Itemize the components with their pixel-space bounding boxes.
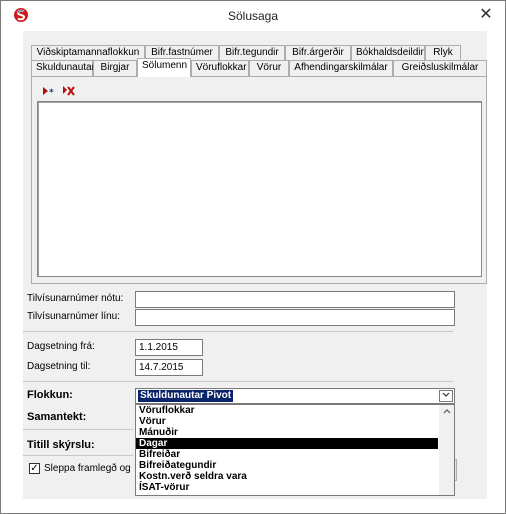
salespeople-grid[interactable] [37, 101, 482, 277]
skip-margin-label: Sleppa framlegð og [44, 463, 131, 474]
tab-vehicle-years[interactable]: Bifr.árgerðir [285, 45, 351, 61]
tab-delivery-terms[interactable]: Afhendingarskilmálar [289, 60, 393, 76]
dropdown-option[interactable]: Kostn.verð seldra vara [136, 471, 438, 482]
dropdown-option[interactable]: Bifreiðategundir [136, 460, 438, 471]
separator [23, 455, 133, 456]
tab-suppliers[interactable]: Birgjar [93, 60, 137, 76]
date-from-label: Dagsetning frá: [27, 341, 95, 352]
invoice-ref-input[interactable] [135, 291, 455, 308]
dropdown-scrollbar[interactable] [439, 405, 454, 495]
separator [23, 429, 133, 430]
svg-text:*: * [49, 88, 54, 96]
separator [23, 381, 453, 382]
dropdown-option[interactable]: Mánuðir [136, 427, 438, 438]
category-dropdown-list[interactable]: Vöruflokkar Vörur Mánuðir Dagar Bifreiða… [135, 404, 455, 496]
separator [23, 331, 453, 332]
report-title-label: Titill skýrslu: [27, 439, 95, 451]
tab-products[interactable]: Vörur [249, 60, 289, 76]
tab-payment-terms[interactable]: Greiðsluskilmálar [393, 60, 487, 76]
tab-accounting-departments[interactable]: Bókhaldsdeildir [351, 45, 425, 61]
tab-debtors[interactable]: Skuldunautar [31, 60, 95, 76]
title-bar: Sölusaga ✕ [1, 1, 505, 31]
tab-panel-salespeople: * [31, 76, 487, 284]
category-selected-value: Skuldunautar Pivot [138, 390, 234, 402]
invoice-ref-label: Tilvísunarnúmer nótu: [27, 293, 124, 304]
line-ref-input[interactable] [135, 309, 455, 326]
chevron-down-icon[interactable] [439, 390, 453, 402]
remove-record-icon [63, 86, 75, 96]
date-to-label: Dagsetning til: [27, 361, 91, 372]
category-select[interactable]: Skuldunautar Pivot [135, 388, 455, 404]
dialog-content: Viðskiptamannaflokkun Bifr.fastnúmer Bif… [23, 31, 487, 499]
grid-toolbar: * [40, 83, 78, 99]
window-title: Sölusaga [227, 9, 279, 23]
add-record-button[interactable]: * [40, 83, 58, 99]
dropdown-option[interactable]: ÍSAT-vörur [136, 482, 438, 493]
remove-record-button[interactable] [60, 83, 78, 99]
line-ref-label: Tilvísunarnúmer línu: [27, 311, 120, 322]
dropdown-option[interactable]: Vörur [136, 416, 438, 427]
summary-label: Samantekt: [27, 411, 87, 423]
tab-rlyk[interactable]: Rlyk [425, 45, 461, 61]
dropdown-option[interactable]: Bifreiðar [136, 449, 438, 460]
scroll-up-icon[interactable] [441, 407, 452, 417]
tab-customer-classification[interactable]: Viðskiptamannaflokkun [31, 45, 145, 61]
dropdown-option-selected[interactable]: Dagar [136, 438, 438, 449]
tab-product-groups[interactable]: Vöruflokkar [191, 60, 249, 76]
skip-margin-checkbox[interactable]: ✓ [29, 463, 40, 474]
sales-history-window: Sölusaga ✕ Viðskiptamannaflokkun Bifr.fa… [0, 0, 506, 514]
add-record-icon: * [43, 87, 54, 96]
tab-salespeople[interactable]: Sölumenn [137, 58, 191, 77]
close-button[interactable]: ✕ [475, 5, 497, 25]
tab-vehicle-types[interactable]: Bifr.tegundir [219, 45, 285, 61]
date-to-input[interactable]: 14.7.2015 [135, 359, 203, 376]
date-from-input[interactable]: 1.1.2015 [135, 339, 203, 356]
category-label: Flokkun: [27, 389, 73, 401]
dropdown-option[interactable]: Vöruflokkar [136, 405, 438, 416]
